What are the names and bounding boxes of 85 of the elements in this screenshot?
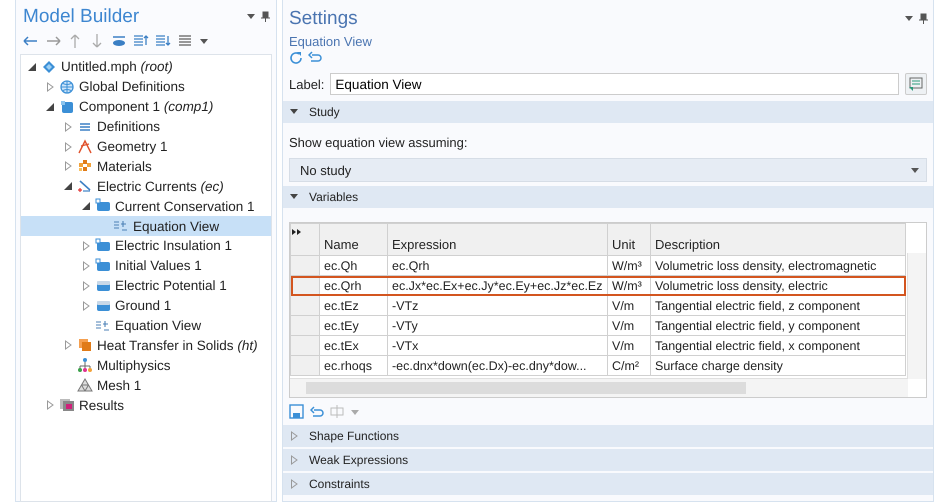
panel-title: Settings [289, 8, 358, 30]
model-node-icon [41, 58, 57, 75]
globe-node-icon [59, 78, 75, 95]
table-cell: Volumetric loss density, electromagnetic [650, 256, 906, 276]
column-header[interactable]: Description [650, 224, 906, 256]
table-cell: ec.tEy [320, 316, 388, 336]
node-subtitle: Equation View [288, 33, 373, 49]
panel-title: Model Builder [23, 6, 140, 28]
comment-icon [908, 76, 924, 92]
table-cell: C/m² [608, 356, 650, 376]
table-cell: Tangential electric field, z component [650, 296, 906, 316]
list-icon [177, 33, 193, 49]
tree-item[interactable]: Current Conservation 1 [21, 196, 271, 216]
geometry-node-icon [77, 138, 93, 154]
domain-node-icon [95, 258, 111, 274]
tree-item[interactable]: Equation View [21, 316, 271, 336]
table-cell: V/m [608, 296, 650, 316]
section-header[interactable]: Variables [283, 186, 933, 208]
table-cell: Surface charge density [650, 356, 906, 376]
column-header[interactable]: Expression [388, 224, 608, 256]
pin-icon [260, 11, 271, 23]
row-header[interactable] [290, 296, 320, 316]
vertical-scrollbar[interactable] [907, 253, 926, 379]
study-dropdown[interactable]: No study [289, 158, 927, 182]
tree-item[interactable]: Geometry 1 [21, 136, 271, 156]
table-cell: Tangential electric field, y component [650, 316, 906, 336]
table-cell: ec.tEz [320, 296, 388, 316]
domain-node-icon [95, 238, 111, 254]
tree-item[interactable]: Electric Potential 1 [21, 276, 271, 296]
table-cell: W/m³ [608, 256, 650, 276]
prompt-text: Show equation view assuming: [289, 135, 468, 150]
field-label: Label: [289, 76, 324, 92]
dropdown-caret-icon [910, 165, 920, 175]
table-cell: ec.tEx [320, 336, 388, 356]
caret-icon [199, 36, 209, 46]
refresh-icon [289, 51, 303, 65]
tree-item[interactable]: Global Definitions [21, 76, 271, 97]
dropdown-caret-icon [246, 11, 256, 21]
section-header[interactable]: Constraints [283, 473, 933, 495]
table-cell: ec.Qh [320, 256, 388, 276]
component-node-icon [59, 98, 75, 115]
tree-item[interactable]: Results [21, 395, 271, 416]
table-cell: ec.Qrh [388, 256, 608, 276]
row-header[interactable] [290, 276, 320, 296]
table-cell: Tangential electric field, x component [650, 336, 906, 356]
table-cell: V/m [608, 316, 650, 336]
expand-all-icon[interactable] [290, 224, 320, 256]
table-cell: V/m [608, 336, 650, 356]
table-cell: -ec.dnx*down(ec.Dx)-ec.dny*dow... [388, 356, 608, 376]
tree-item[interactable]: Untitled.mph (root) [21, 57, 271, 77]
multiphysics-node-icon [77, 357, 93, 374]
double-arrow-icon [292, 228, 302, 236]
table-cell: -VTy [388, 316, 608, 336]
horizontal-scrollbar[interactable] [290, 378, 908, 397]
table-cell: -VTz [388, 296, 608, 316]
tree-item[interactable]: Component 1 (comp1) [21, 96, 271, 117]
save-icon [289, 404, 304, 419]
heat-node-icon [77, 337, 93, 354]
tree-item[interactable]: Electric Currents (ec) [21, 176, 271, 196]
tree-item[interactable]: Initial Values 1 [21, 256, 271, 276]
tree-item[interactable]: Ground 1 [21, 296, 271, 316]
section-header[interactable]: Study [283, 101, 933, 123]
undo-arrow-icon [308, 51, 322, 63]
tree-item[interactable]: Multiphysics [21, 355, 271, 376]
tree-item[interactable]: Mesh 1 [21, 375, 271, 396]
tree-item[interactable]: Electric Insulation 1 [21, 236, 271, 256]
column-header[interactable]: Unit [608, 224, 650, 256]
mesh-node-icon [77, 377, 93, 394]
tree-item[interactable]: Materials [21, 156, 271, 176]
undo-arrow-icon [310, 406, 324, 418]
section-header[interactable]: Shape Functions [283, 425, 933, 447]
tree-item[interactable]: Heat Transfer in Solids (ht) [21, 335, 271, 356]
column-header[interactable]: Name [320, 224, 388, 256]
physics-node-icon [77, 178, 93, 194]
tree-item[interactable]: Definitions [21, 116, 271, 137]
results-node-icon [59, 397, 75, 414]
table-cell: -VTx [388, 336, 608, 356]
pin-icon [918, 13, 929, 25]
label-input-field[interactable]: Equation View [330, 73, 899, 95]
tree-item[interactable]: Equation View [21, 216, 271, 236]
section-header[interactable]: Weak Expressions [283, 449, 933, 471]
split-column-icon [330, 404, 344, 419]
comment-button[interactable] [905, 73, 927, 95]
table-cell: ec.rhoqs [320, 356, 388, 376]
dropdown-caret-icon [904, 13, 914, 23]
